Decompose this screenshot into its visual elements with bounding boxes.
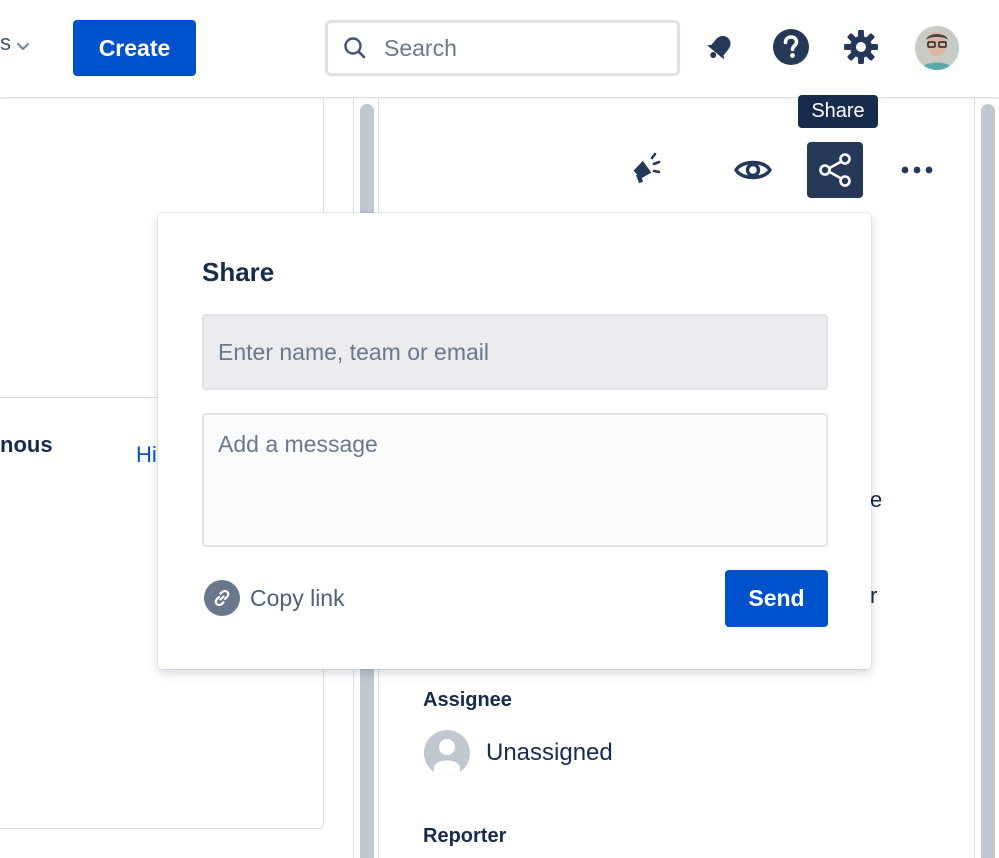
watch-eye-icon[interactable] [725, 142, 781, 198]
send-button[interactable]: Send [725, 570, 828, 627]
detail-text-fragment: r [870, 583, 878, 608]
panel-divider [974, 98, 975, 858]
create-button[interactable]: Create [73, 20, 196, 76]
notifications-bell-icon[interactable] [699, 26, 741, 68]
search-input[interactable]: Search [325, 20, 680, 76]
left-link-fragment[interactable]: Hi [136, 442, 157, 468]
share-icon [819, 153, 851, 187]
recipient-input[interactable] [202, 314, 828, 390]
assignee-field[interactable]: Unassigned [424, 730, 613, 776]
search-icon [344, 37, 366, 59]
share-dialog: Share Copy link Send [158, 213, 871, 669]
share-button[interactable] [807, 142, 863, 198]
nav-menu-label[interactable]: s [0, 30, 11, 56]
right-scrollbar[interactable] [981, 104, 995, 858]
chevron-down-icon[interactable] [14, 38, 32, 56]
help-icon[interactable] [770, 26, 812, 68]
left-heading-fragment: nous [0, 432, 53, 457]
reporter-label: Reporter [423, 825, 507, 847]
copy-link-button[interactable]: Copy link [204, 580, 345, 616]
user-avatar[interactable] [915, 26, 959, 70]
copy-link-label: Copy link [250, 584, 345, 611]
assignee-label: Assignee [423, 689, 512, 711]
app-root: s Create Search nous Hi Share e r Assign… [0, 0, 999, 858]
search-placeholder: Search [384, 34, 457, 61]
share-tooltip: Share [798, 95, 878, 128]
assignee-value: Unassigned [486, 739, 613, 766]
unassigned-avatar-icon [424, 730, 470, 776]
feedback-megaphone-icon[interactable] [616, 142, 672, 198]
top-nav-bar: s Create Search [0, 0, 999, 98]
detail-text-fragment: e [870, 487, 883, 512]
settings-gear-icon[interactable] [840, 26, 882, 68]
link-icon [204, 580, 240, 616]
message-textarea[interactable] [202, 413, 828, 547]
more-actions-icon[interactable] [889, 142, 945, 198]
share-dialog-title: Share [202, 257, 275, 287]
